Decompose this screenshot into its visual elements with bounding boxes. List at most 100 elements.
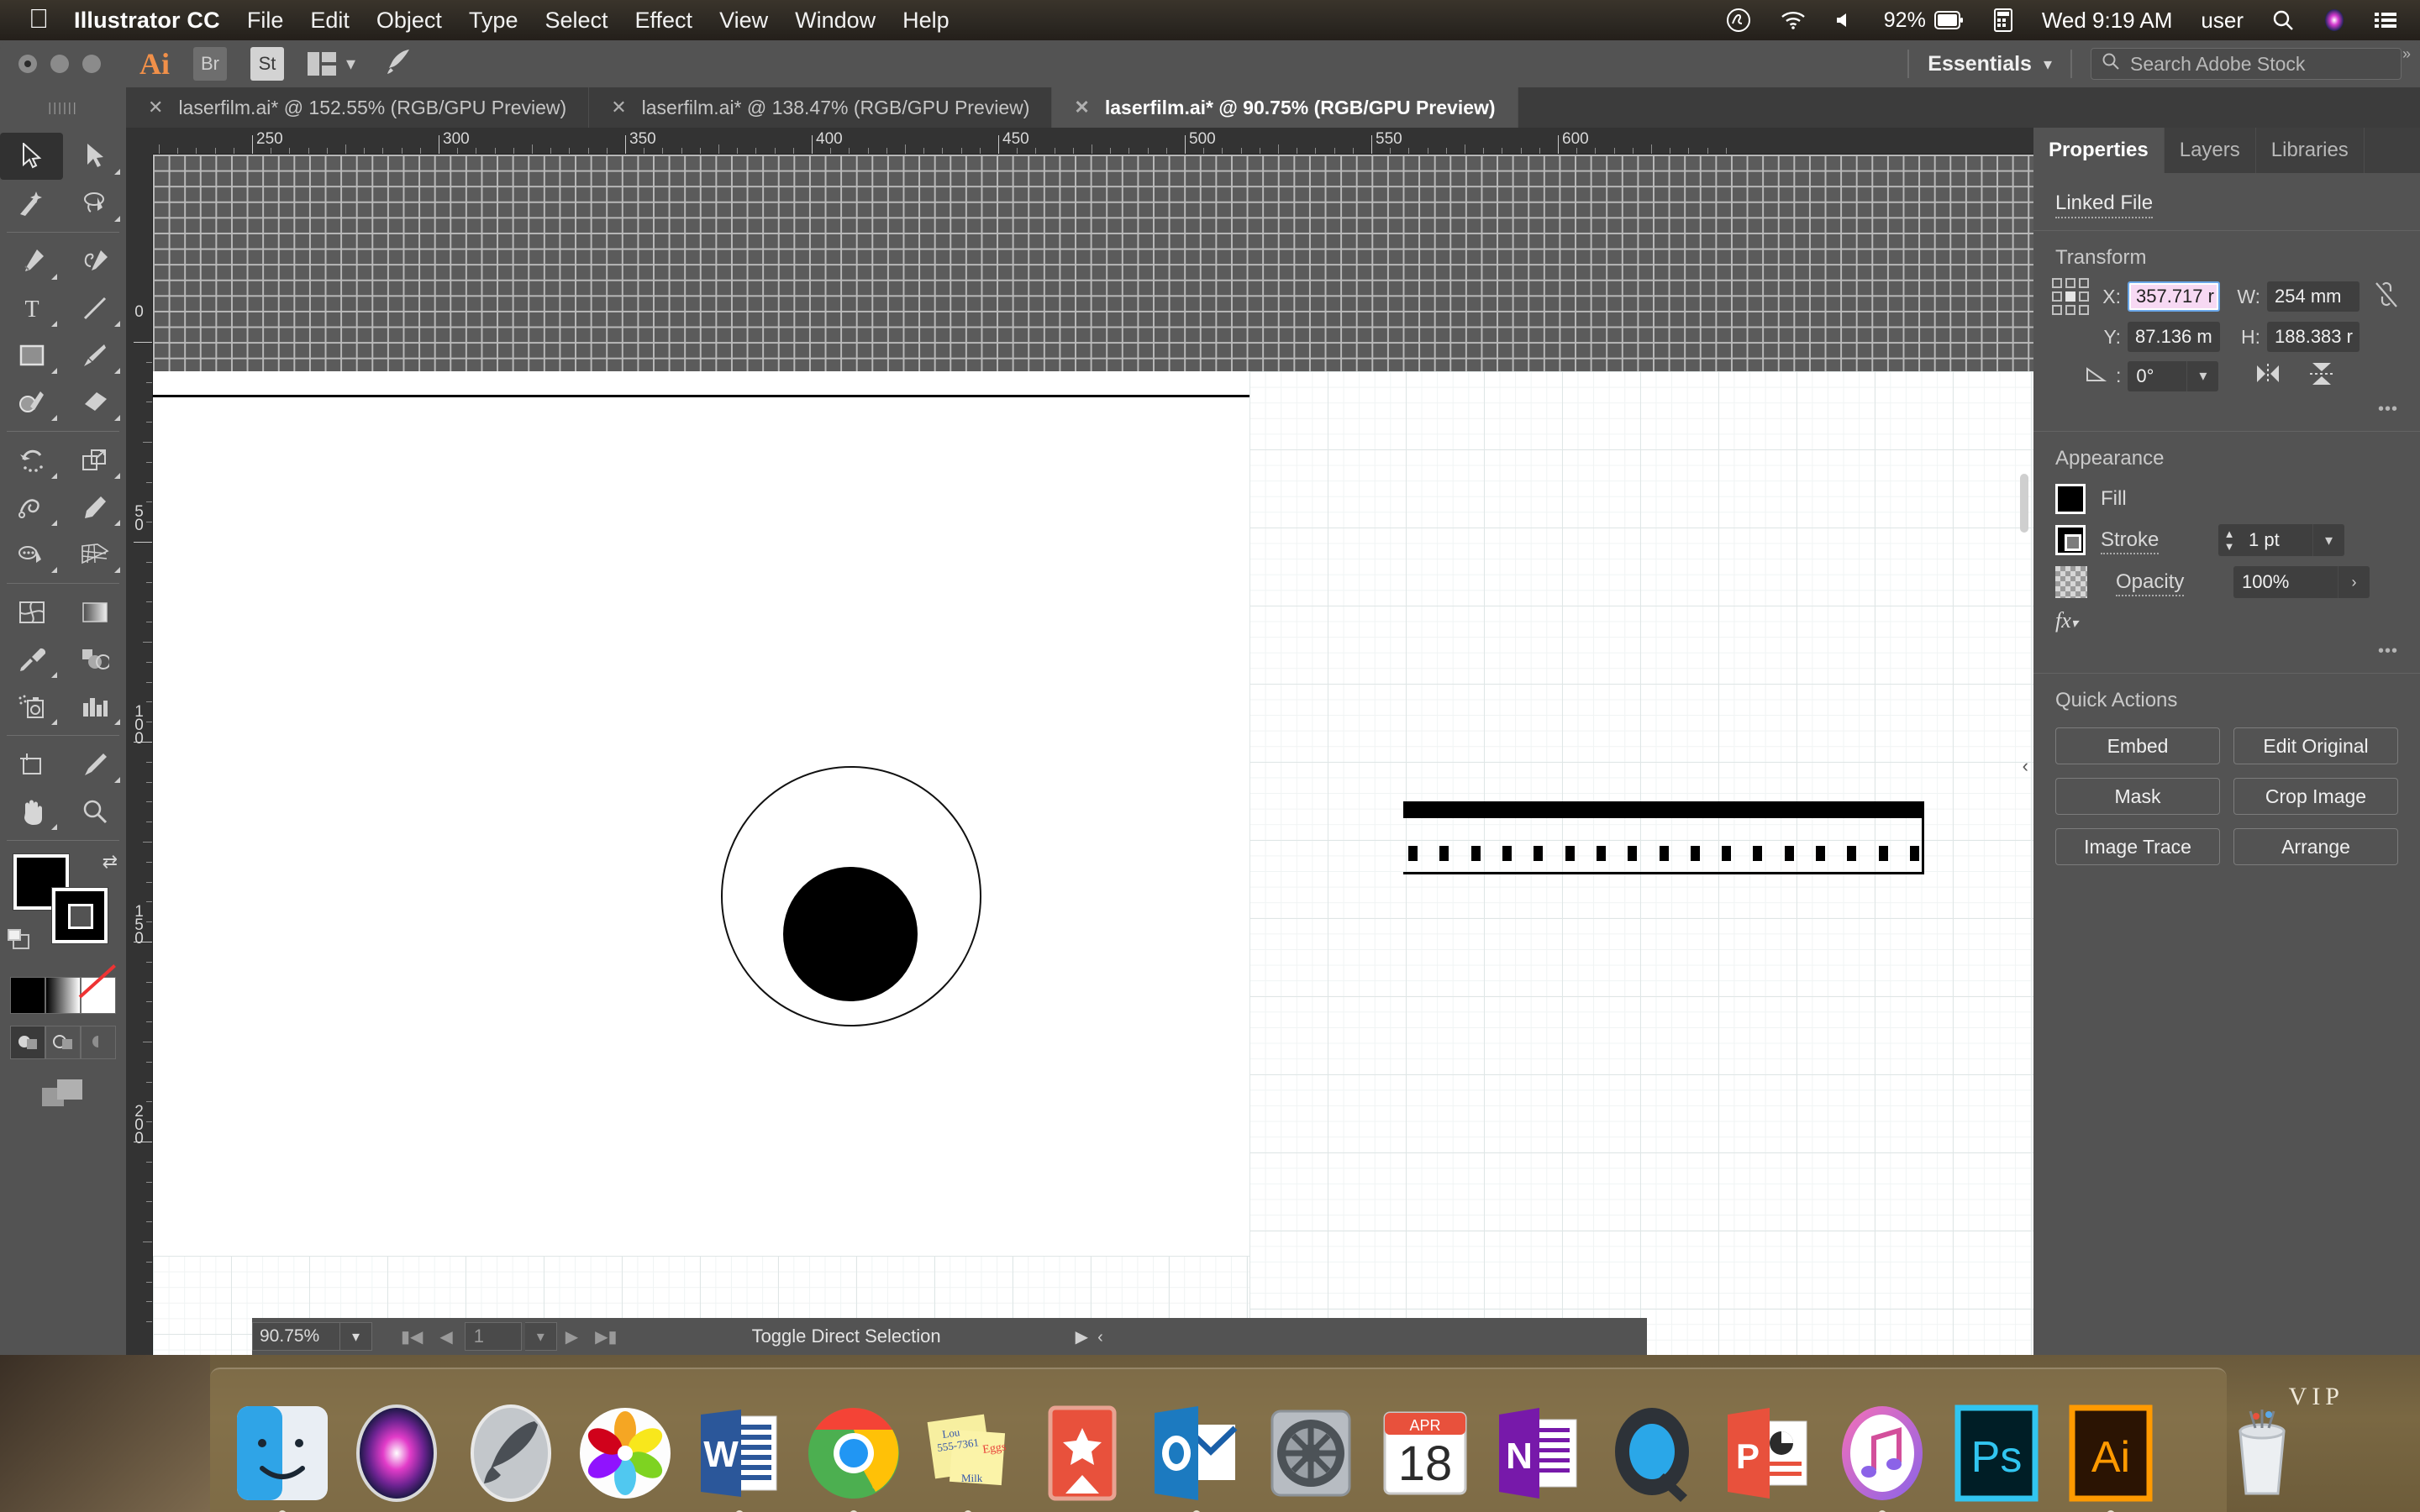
rectangle-tool[interactable] xyxy=(0,332,63,379)
menu-select[interactable]: Select xyxy=(544,8,608,34)
launchpad-icon[interactable] xyxy=(460,1399,561,1507)
spotlight-search-icon[interactable] xyxy=(2272,9,2294,31)
swap-fill-stroke-icon[interactable]: ⇄ xyxy=(103,851,118,873)
arrange-dropdown-chevron-icon[interactable]: ▾ xyxy=(346,53,355,75)
opacity-checkerboard-icon[interactable] xyxy=(2055,566,2087,598)
tab-libraries[interactable]: Libraries xyxy=(2256,128,2365,173)
symbol-sprayer-tool[interactable] xyxy=(0,683,63,730)
clock-label[interactable]: Wed 9:19 AM xyxy=(2042,8,2173,34)
gradient-swatch-button[interactable] xyxy=(45,977,81,1014)
y-input[interactable]: 87.136 m xyxy=(2128,322,2220,352)
direct-selection-tool[interactable] xyxy=(63,133,126,180)
menu-help[interactable]: Help xyxy=(902,8,950,34)
minimize-window-button[interactable] xyxy=(50,55,69,73)
microsoft-word-icon[interactable]: W xyxy=(689,1399,790,1507)
image-trace-button[interactable]: Image Trace xyxy=(2055,828,2220,865)
workspace-chevron-down-icon[interactable]: ▾ xyxy=(2044,54,2052,75)
x-input[interactable]: 357.717 r xyxy=(2128,281,2220,312)
canvas-vertical-scrollbar[interactable] xyxy=(2020,474,2028,533)
edit-original-button[interactable]: Edit Original xyxy=(2233,727,2398,764)
unlink-proportions-icon[interactable] xyxy=(2373,280,2400,314)
menu-object[interactable]: Object xyxy=(376,8,442,34)
adobe-stock-search-input[interactable]: Search Adobe Stock xyxy=(2091,48,2402,80)
volume-icon[interactable] xyxy=(1835,10,1855,30)
artboard-dropdown-chevron-icon[interactable]: ▾ xyxy=(525,1322,557,1351)
selection-tool[interactable] xyxy=(0,133,63,180)
stroke-weight-input[interactable]: 1 pt xyxy=(2240,524,2312,556)
menu-window[interactable]: Window xyxy=(795,8,876,34)
close-icon[interactable]: ✕ xyxy=(148,97,163,118)
siri-icon[interactable] xyxy=(2323,8,2346,32)
artboard-tool[interactable] xyxy=(0,741,63,788)
rotate-tool[interactable] xyxy=(0,437,63,484)
tab-bar-grip[interactable]: |||||| xyxy=(0,87,126,128)
lasso-tool[interactable] xyxy=(63,180,126,227)
microsoft-onenote-icon[interactable]: N xyxy=(1489,1399,1590,1507)
zoom-tool[interactable] xyxy=(63,788,126,835)
transform-more-options[interactable]: ••• xyxy=(2033,391,2420,431)
flip-horizontal-icon[interactable] xyxy=(2254,362,2282,390)
window-traffic-lights[interactable] xyxy=(18,55,114,73)
none-swatch-button[interactable] xyxy=(81,977,116,1014)
stock-button[interactable]: St xyxy=(250,47,284,81)
finder-icon[interactable] xyxy=(232,1399,333,1507)
mesh-tool[interactable] xyxy=(0,589,63,636)
close-window-button[interactable] xyxy=(18,55,37,73)
paintbrush-tool[interactable] xyxy=(63,332,126,379)
stickies-icon[interactable]: Lou555-7361EggsMilk xyxy=(918,1399,1018,1507)
menu-effect[interactable]: Effect xyxy=(635,8,693,34)
w-input[interactable]: 254 mm xyxy=(2267,281,2360,312)
next-page-icon[interactable]: ▶ xyxy=(566,1326,578,1347)
opacity-options-arrow-icon[interactable]: › xyxy=(2338,566,2370,598)
arrange-documents-icon[interactable] xyxy=(308,52,336,76)
crop-image-button[interactable]: Crop Image xyxy=(2233,778,2398,815)
perspective-grid-tool[interactable] xyxy=(63,531,126,578)
menu-view[interactable]: View xyxy=(719,8,768,34)
shaper-tool[interactable] xyxy=(0,379,63,426)
panel-collapse-arrow-icon[interactable]: ‹ xyxy=(2023,755,2028,777)
ruler-origin-corner[interactable] xyxy=(126,128,153,155)
illustrator-icon[interactable]: Ai xyxy=(2060,1399,2161,1507)
stroke-weight-stepper[interactable]: ▲▼ xyxy=(2218,524,2240,556)
flip-vertical-icon[interactable] xyxy=(2307,360,2336,391)
magic-wand-tool[interactable] xyxy=(0,180,63,227)
tab-layers[interactable]: Layers xyxy=(2165,128,2256,173)
horizontal-ruler[interactable]: 250300350400450500550600 xyxy=(126,128,2033,155)
change-screen-mode-icon[interactable] xyxy=(0,1076,126,1110)
status-menu-arrow-icon[interactable]: ▶ ‹ xyxy=(1076,1326,1103,1347)
photos-icon[interactable] xyxy=(575,1399,676,1507)
apple-icon[interactable]:  xyxy=(29,5,49,32)
default-fill-stroke-icon[interactable] xyxy=(7,928,35,958)
notification-center-icon[interactable] xyxy=(2375,12,2396,29)
rocket-icon[interactable] xyxy=(384,48,413,81)
calculator-icon[interactable] xyxy=(1993,8,2013,32)
arrange-button[interactable]: Arrange xyxy=(2233,828,2398,865)
width-tool[interactable] xyxy=(0,484,63,531)
creative-cloud-icon[interactable] xyxy=(1726,8,1751,33)
zoom-level-input[interactable]: 90.75% xyxy=(252,1322,340,1351)
first-page-icon[interactable]: ▮◀ xyxy=(401,1326,423,1347)
close-icon[interactable]: ✕ xyxy=(611,97,626,118)
wifi-icon[interactable] xyxy=(1780,10,1807,30)
document-tab-2[interactable]: ✕ laserfilm.ai* @ 138.47% (RGB/GPU Previ… xyxy=(589,87,1052,128)
tab-properties[interactable]: Properties xyxy=(2033,128,2165,173)
hand-tool[interactable] xyxy=(0,788,63,835)
photoshop-icon[interactable]: Ps xyxy=(1946,1399,2047,1507)
stroke-weight-dropdown-chevron-icon[interactable]: ▾ xyxy=(2312,524,2344,556)
microsoft-outlook-icon[interactable] xyxy=(1146,1399,1247,1507)
status-tool-hint[interactable]: Toggle Direct Selection xyxy=(752,1326,941,1347)
line-segment-tool[interactable] xyxy=(63,285,126,332)
siri-icon[interactable] xyxy=(346,1399,447,1507)
pen-tool[interactable] xyxy=(0,238,63,285)
opacity-label[interactable]: Opacity xyxy=(2116,570,2184,596)
draw-normal-icon[interactable] xyxy=(10,1026,45,1059)
reference-point-selector[interactable] xyxy=(2052,278,2089,315)
microsoft-powerpoint-icon[interactable]: P xyxy=(1718,1399,1818,1507)
document-canvas[interactable]: ‹ xyxy=(153,155,2033,1355)
inner-circle-artwork[interactable] xyxy=(783,867,918,1001)
appearance-more-options[interactable]: ••• xyxy=(2033,633,2420,673)
itunes-icon[interactable] xyxy=(1832,1399,1933,1507)
calendar-icon[interactable]: APR18 xyxy=(1375,1399,1476,1507)
stroke-color-swatch[interactable] xyxy=(52,888,108,943)
angle-input[interactable]: 0° xyxy=(2128,361,2186,391)
